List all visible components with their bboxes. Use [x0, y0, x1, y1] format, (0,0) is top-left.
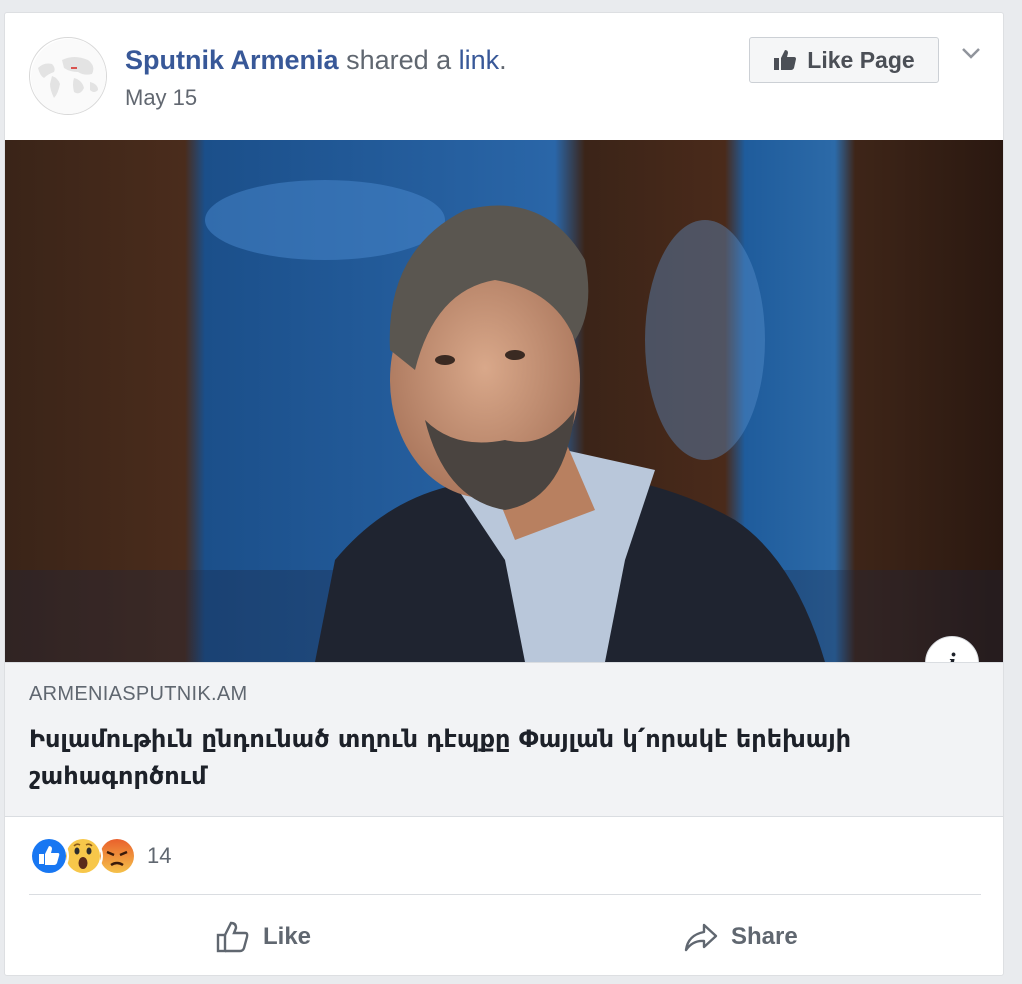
shared-text: shared a	[346, 45, 452, 75]
title-period: .	[499, 45, 507, 75]
share-button[interactable]: Share	[683, 909, 798, 965]
post-date[interactable]: May 15	[125, 85, 197, 111]
globe-logo-icon	[31, 39, 106, 114]
link-domain: ARMENIASPUTNIK.AM	[29, 683, 248, 705]
like-page-button[interactable]: Like Page	[749, 37, 939, 83]
wow-reaction-icon	[63, 836, 103, 876]
page-avatar[interactable]	[29, 37, 107, 115]
divider	[29, 894, 981, 895]
post-card: Sputnik Armenia shared a link. May 15 Li…	[4, 12, 1004, 976]
like-label: Like	[263, 923, 312, 950]
share-label: Share	[731, 923, 798, 950]
article-image[interactable]	[5, 140, 1003, 662]
link-headline: Իսլամութիւն ընդունած տղուն դէպքը Փայլան …	[29, 725, 852, 790]
thumbs-up-outline-icon	[216, 921, 249, 953]
like-reaction-icon	[29, 836, 69, 876]
share-arrow-icon	[684, 923, 718, 952]
link-text[interactable]: link	[459, 45, 500, 75]
page-name-link[interactable]: Sputnik Armenia	[125, 45, 339, 75]
post-title-line: Sputnik Armenia shared a link.	[125, 45, 507, 76]
reaction-count: 14	[147, 843, 172, 868]
reactions-summary[interactable]: 14	[29, 836, 172, 876]
link-preview[interactable]: ARMENIASPUTNIK.AM Իսլամութիւն ընդունած տ…	[5, 662, 1003, 817]
post-options-chevron-icon[interactable]	[957, 39, 985, 67]
angry-reaction-icon	[97, 836, 137, 876]
thumbs-up-icon	[774, 50, 797, 70]
like-button[interactable]: Like	[215, 909, 311, 965]
like-page-label: Like Page	[807, 46, 915, 73]
post-header: Sputnik Armenia shared a link. May 15 Li…	[5, 13, 1003, 140]
